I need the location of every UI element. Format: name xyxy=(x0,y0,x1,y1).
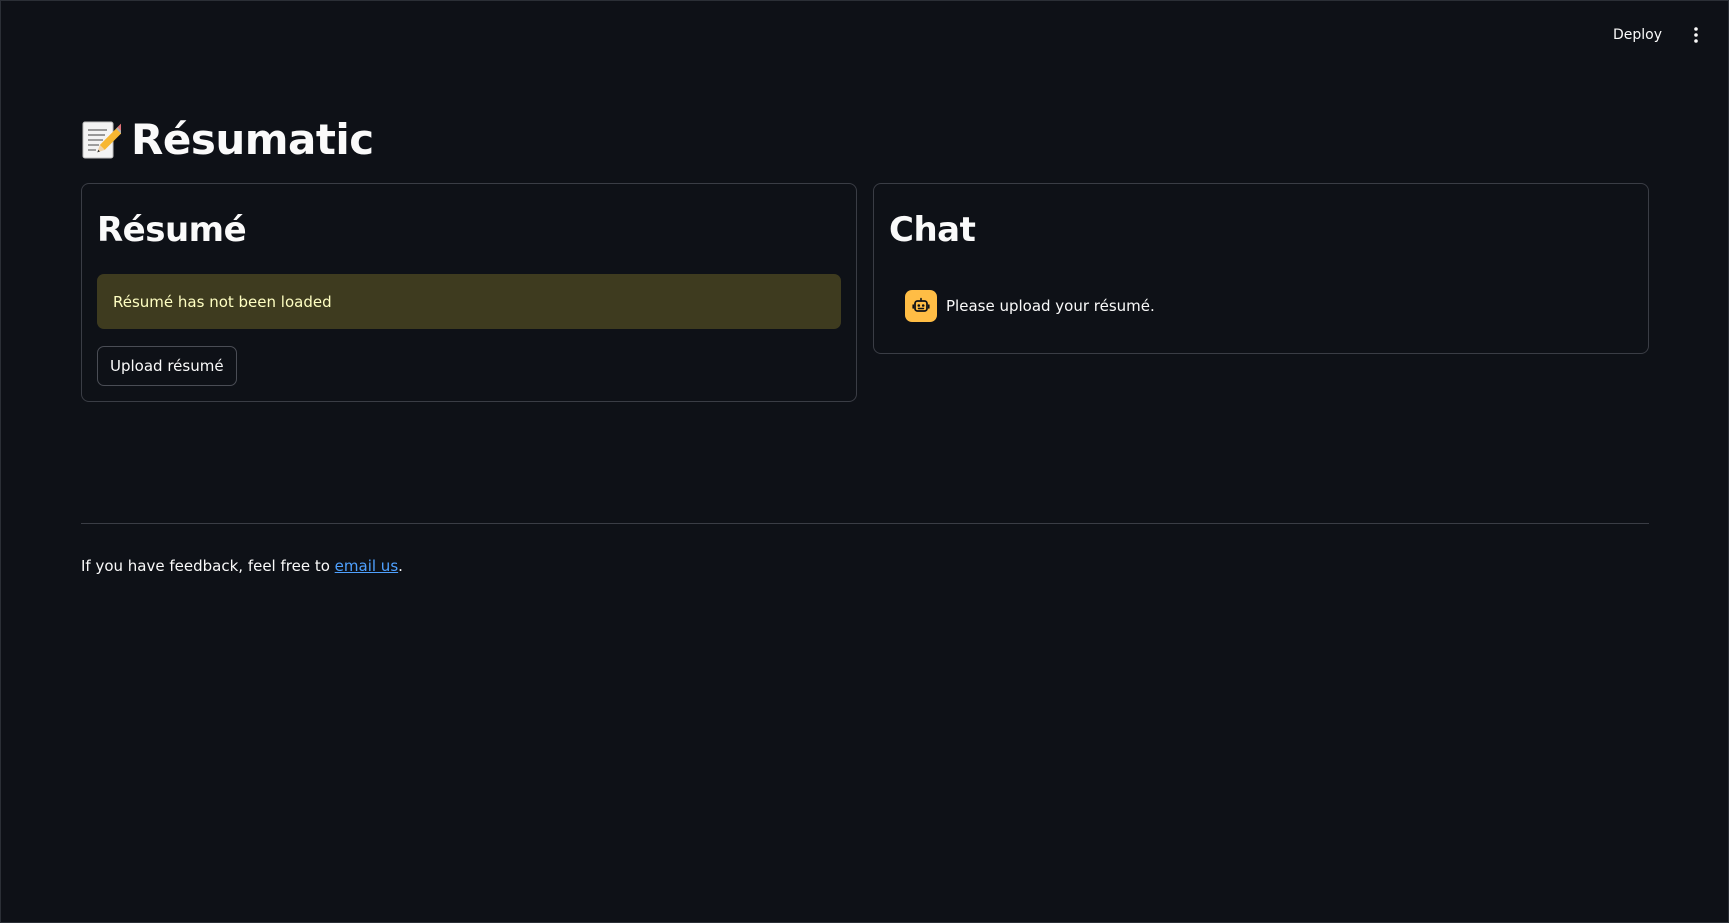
feedback-text: If you have feedback, feel free to xyxy=(81,557,335,575)
page-title: Résumatic xyxy=(131,114,374,164)
app-window: Deploy Résumatic Résumé Résumé has not b… xyxy=(0,0,1729,923)
chat-message-text: Please upload your résumé. xyxy=(946,297,1155,315)
top-toolbar: Deploy xyxy=(1605,19,1708,51)
divider xyxy=(81,523,1649,524)
feedback-line: If you have feedback, feel free to email… xyxy=(81,557,403,575)
vertical-ellipsis-icon[interactable] xyxy=(1684,19,1708,51)
chat-card: Chat Please upload your résumé. xyxy=(873,183,1649,354)
deploy-button[interactable]: Deploy xyxy=(1605,21,1670,49)
chat-heading: Chat xyxy=(889,210,976,250)
memo-pencil-icon xyxy=(81,118,126,160)
email-us-link[interactable]: email us xyxy=(335,557,398,575)
warning-text: Résumé has not been loaded xyxy=(113,292,332,311)
resume-heading: Résumé xyxy=(97,210,247,250)
robot-icon xyxy=(905,290,937,322)
resume-warning-alert: Résumé has not been loaded xyxy=(97,274,841,329)
title-row: Résumatic xyxy=(81,109,1649,169)
resume-card: Résumé Résumé has not been loaded Upload… xyxy=(81,183,857,402)
main-content: Résumatic Résumé Résumé has not been loa… xyxy=(81,109,1649,575)
upload-resume-button[interactable]: Upload résumé xyxy=(97,346,237,386)
chat-message: Please upload your résumé. xyxy=(905,290,1155,322)
feedback-period: . xyxy=(398,557,403,575)
